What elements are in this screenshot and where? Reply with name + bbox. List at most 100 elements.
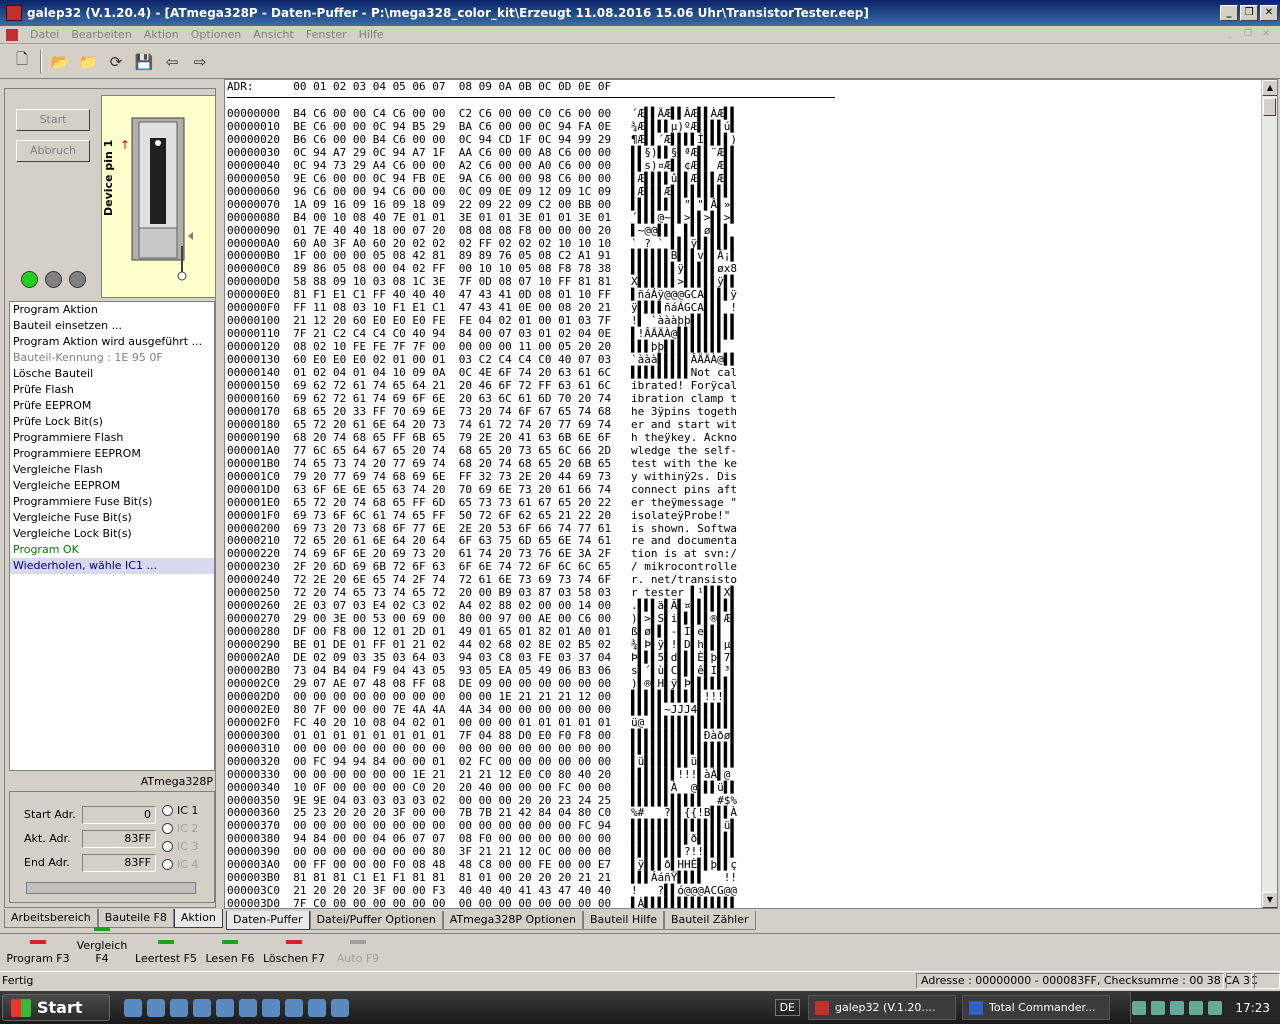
mdi-minimize-icon[interactable]: _	[1222, 29, 1238, 41]
task-total-commander[interactable]: Total Commander...	[962, 995, 1110, 1020]
menu-aktion[interactable]: Aktion	[138, 28, 185, 41]
scroll-thumb[interactable]	[1263, 98, 1276, 116]
menu-hilfe[interactable]: Hilfe	[353, 28, 390, 41]
start-adr-field[interactable]: 0	[82, 806, 156, 824]
hex-row[interactable]: 00000090 01 7E 40 40 18 00 07 20 08 08 0…	[227, 224, 737, 238]
quicklaunch-icon[interactable]	[124, 998, 142, 1017]
log-item[interactable]: Program Aktion wird ausgeführt ...	[10, 334, 214, 350]
fkey-button[interactable]: Auto F9	[326, 940, 390, 971]
quicklaunch-icon[interactable]	[239, 998, 257, 1017]
mdi-restore-icon[interactable]: ❐	[1240, 29, 1256, 41]
hex-row[interactable]: 00000180 65 72 20 61 6E 64 20 73 74 61 7…	[227, 418, 737, 432]
log-item[interactable]: Vergleiche EEPROM	[10, 478, 214, 494]
hex-buffer-view[interactable]: ADR: 00 01 02 03 04 05 06 07 08 09 0A 0B…	[224, 79, 1278, 909]
log-item[interactable]: Vergleiche Lock Bit(s)	[10, 526, 214, 542]
menu-datei[interactable]: Datei	[24, 28, 65, 41]
log-item[interactable]: Programmiere Fuse Bit(s)	[10, 494, 214, 510]
log-item[interactable]: Lösche Bauteil	[10, 366, 214, 382]
restore-button[interactable]: ❐	[1240, 5, 1258, 21]
radio-ic2[interactable]: IC 2	[162, 822, 198, 835]
quicklaunch-icon[interactable]	[308, 998, 326, 1017]
tab-bauteile[interactable]: Bauteile F8	[97, 909, 174, 928]
open-file-icon[interactable]: 📁	[74, 48, 102, 76]
start-button[interactable]: Start	[16, 109, 90, 131]
save-icon[interactable]: 💾	[130, 48, 158, 76]
hex-row[interactable]: 00000020 B6 C6 00 00 B4 C6 00 00 0C 94 C…	[227, 133, 737, 147]
log-item[interactable]: Prüfe Flash	[10, 382, 214, 398]
language-indicator[interactable]: DE	[774, 999, 800, 1016]
hex-row[interactable]: 00000310 00 00 00 00 00 00 00 00 00 00 0…	[227, 742, 737, 756]
hex-row[interactable]: 000001C0 79 20 77 69 74 68 69 6E FF 32 7…	[227, 470, 737, 484]
tab-chip-optionen[interactable]: ATmega328P Optionen	[442, 911, 583, 930]
scroll-down-icon[interactable]: ▼	[1262, 892, 1277, 908]
fkey-button[interactable]: Löschen F7	[262, 940, 326, 971]
hex-row[interactable]: 000001A0 77 6C 65 64 67 65 20 74 68 65 2…	[227, 444, 737, 458]
menu-ansicht[interactable]: Ansicht	[247, 28, 300, 41]
hex-row[interactable]: 00000320 00 FC 94 94 84 00 00 01 02 FC 0…	[227, 755, 737, 769]
tray-icon[interactable]	[1208, 1000, 1223, 1015]
start-button-taskbar[interactable]: Start	[2, 994, 110, 1021]
log-item[interactable]: Wiederholen, wähle IC1 ...	[10, 558, 214, 574]
tray-icon[interactable]	[1151, 1000, 1166, 1015]
tab-aktion[interactable]: Aktion	[173, 909, 223, 928]
tray-icon[interactable]	[1132, 1000, 1147, 1015]
log-item[interactable]: Bauteil-Kennung : 1E 95 0F	[10, 350, 214, 366]
open-folder-icon[interactable]: 📂	[46, 48, 74, 76]
log-item[interactable]: Programmiere EEPROM	[10, 446, 214, 462]
fkey-button[interactable]: Lesen F6	[198, 940, 262, 971]
radio-ic4[interactable]: IC 4	[162, 858, 198, 871]
quicklaunch-icon[interactable]	[193, 998, 211, 1017]
hex-row[interactable]: 00000340 10 0F 00 00 00 00 C0 20 20 40 0…	[227, 781, 737, 795]
tab-arbeitsbereich[interactable]: Arbeitsbereich	[4, 909, 98, 928]
hex-row[interactable]: 00000000 B4 C6 00 00 C4 C6 00 00 C2 C6 0…	[227, 107, 737, 121]
fkey-button[interactable]: Vergleich F4	[70, 927, 134, 971]
menu-optionen[interactable]: Optionen	[185, 28, 247, 41]
hex-row[interactable]: 00000170 68 65 20 33 FF 70 69 6E 73 20 7…	[227, 405, 737, 419]
hex-row[interactable]: 00000050 9E C6 00 00 0C 94 FB 0E 9A C6 0…	[227, 172, 737, 186]
document-icon[interactable]	[6, 28, 18, 41]
tray-icon[interactable]	[1189, 1000, 1204, 1015]
quicklaunch-icon[interactable]	[147, 998, 165, 1017]
log-item[interactable]: Prüfe Lock Bit(s)	[10, 414, 214, 430]
fkey-button[interactable]: Program F3	[6, 940, 70, 971]
hex-rows[interactable]: 00000000 B4 C6 00 00 C4 C6 00 00 C2 C6 0…	[227, 107, 737, 908]
log-item[interactable]: Prüfe EEPROM	[10, 398, 214, 414]
arrow-right-icon[interactable]: ⇨	[186, 48, 214, 76]
radio-ic3[interactable]: IC 3	[162, 840, 198, 853]
radio-ic1[interactable]: IC 1	[162, 804, 198, 817]
scroll-up-icon[interactable]: ▲	[1262, 80, 1277, 96]
tab-daten-puffer[interactable]: Daten-Puffer	[226, 911, 310, 930]
tab-bauteil-zaehler[interactable]: Bauteil Zähler	[663, 911, 756, 930]
tab-datei-puffer-optionen[interactable]: Datei/Puffer Optionen	[309, 911, 443, 930]
end-adr-field[interactable]: 83FF	[82, 854, 156, 872]
hex-row[interactable]: 000002E0 80 7F 00 00 00 7E 4A 4A 4A 34 0…	[227, 703, 737, 717]
abort-button[interactable]: Abbruch	[16, 140, 90, 162]
hex-row[interactable]: 00000060 96 C6 00 00 94 C6 00 00 0C 09 0…	[227, 185, 737, 199]
menu-fenster[interactable]: Fenster	[300, 28, 353, 41]
mdi-close-icon[interactable]: ✕	[1258, 29, 1274, 41]
hex-row[interactable]: 000002D0 00 00 00 00 00 00 00 00 00 00 1…	[227, 690, 737, 704]
tray-icon[interactable]	[1170, 1000, 1185, 1015]
hex-row[interactable]: 000001D0 63 6F 6E 6E 65 63 74 20 70 69 6…	[227, 483, 737, 497]
hex-row[interactable]: 000001F0 69 73 6F 6C 61 74 65 FF 50 72 6…	[227, 509, 737, 523]
log-item[interactable]: Vergleiche Flash	[10, 462, 214, 478]
log-item[interactable]: Vergleiche Fuse Bit(s)	[10, 510, 214, 526]
hex-row[interactable]: 000002F0 FC 40 20 10 08 04 02 01 00 00 0…	[227, 716, 737, 730]
fkey-button[interactable]: Leertest F5	[134, 940, 198, 971]
hex-row[interactable]: 00000330 00 00 00 00 00 00 1E 21 21 21 1…	[227, 768, 737, 782]
hex-row[interactable]: 000003D0 7F C0 00 00 00 00 00 00 00 00 0…	[227, 897, 737, 908]
hex-row[interactable]: 00000190 68 20 74 68 65 FF 6B 65 79 2E 2…	[227, 431, 737, 445]
quicklaunch-icon[interactable]	[170, 998, 188, 1017]
hex-row[interactable]: 00000080 B4 00 10 08 40 7E 01 01 3E 01 0…	[227, 211, 737, 225]
log-item[interactable]: Programmiere Flash	[10, 430, 214, 446]
hex-row[interactable]: 00000010 BE C6 00 00 0C 94 B5 29 BA C6 0…	[227, 120, 737, 134]
hex-row[interactable]: 00000070 1A 09 16 09 16 09 18 09 22 09 2…	[227, 198, 737, 212]
quicklaunch-icon[interactable]	[285, 998, 303, 1017]
quicklaunch-icon[interactable]	[331, 998, 349, 1017]
tab-bauteil-hilfe[interactable]: Bauteil Hilfe	[582, 911, 664, 930]
log-item[interactable]: Program OK	[10, 542, 214, 558]
log-item[interactable]: Program Aktion	[10, 302, 214, 318]
action-log-list[interactable]: Program Aktion Bauteil einsetzen ... Progr…	[9, 301, 215, 771]
log-item[interactable]: Bauteil einsetzen ...	[10, 318, 214, 334]
hex-row[interactable]: 000002B0 73 04 B4 04 F9 04 43 05 93 05 E…	[227, 664, 737, 678]
